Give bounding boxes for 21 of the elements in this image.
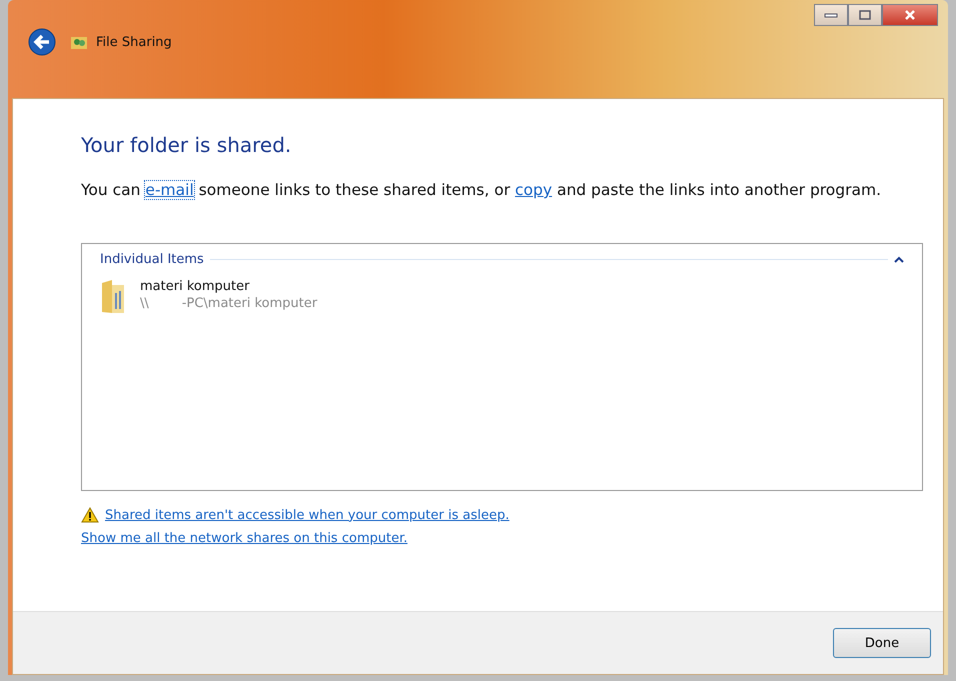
network-shares-link[interactable]: Show me all the network shares on this computer. (81, 531, 408, 546)
copy-link[interactable]: copy (515, 181, 552, 199)
email-link[interactable]: e-mail (145, 181, 194, 199)
shared-folder-icon (100, 279, 126, 315)
minimize-button[interactable] (814, 4, 848, 26)
item-name: materi komputer (140, 279, 250, 294)
sleep-warning-link[interactable]: Shared items aren't accessible when your computer is asleep. (105, 508, 510, 522)
maximize-button[interactable] (848, 4, 882, 26)
maximize-icon (858, 9, 872, 21)
heading: Your folder is shared. (81, 133, 292, 157)
window-title: File Sharing (96, 34, 172, 50)
minimize-icon (824, 12, 838, 18)
done-button[interactable]: Done (833, 628, 931, 658)
group-title: Individual Items (100, 252, 204, 267)
instruction-text: You can e-mail someone links to these shared items, or copy and paste the links into another program. (81, 181, 882, 199)
close-button[interactable] (882, 4, 938, 26)
warning-icon (81, 507, 99, 523)
back-icon[interactable] (28, 28, 56, 56)
close-icon (903, 9, 917, 21)
collapse-icon[interactable] (894, 256, 904, 264)
item-path: \\ -PC\materi komputer (140, 296, 318, 311)
